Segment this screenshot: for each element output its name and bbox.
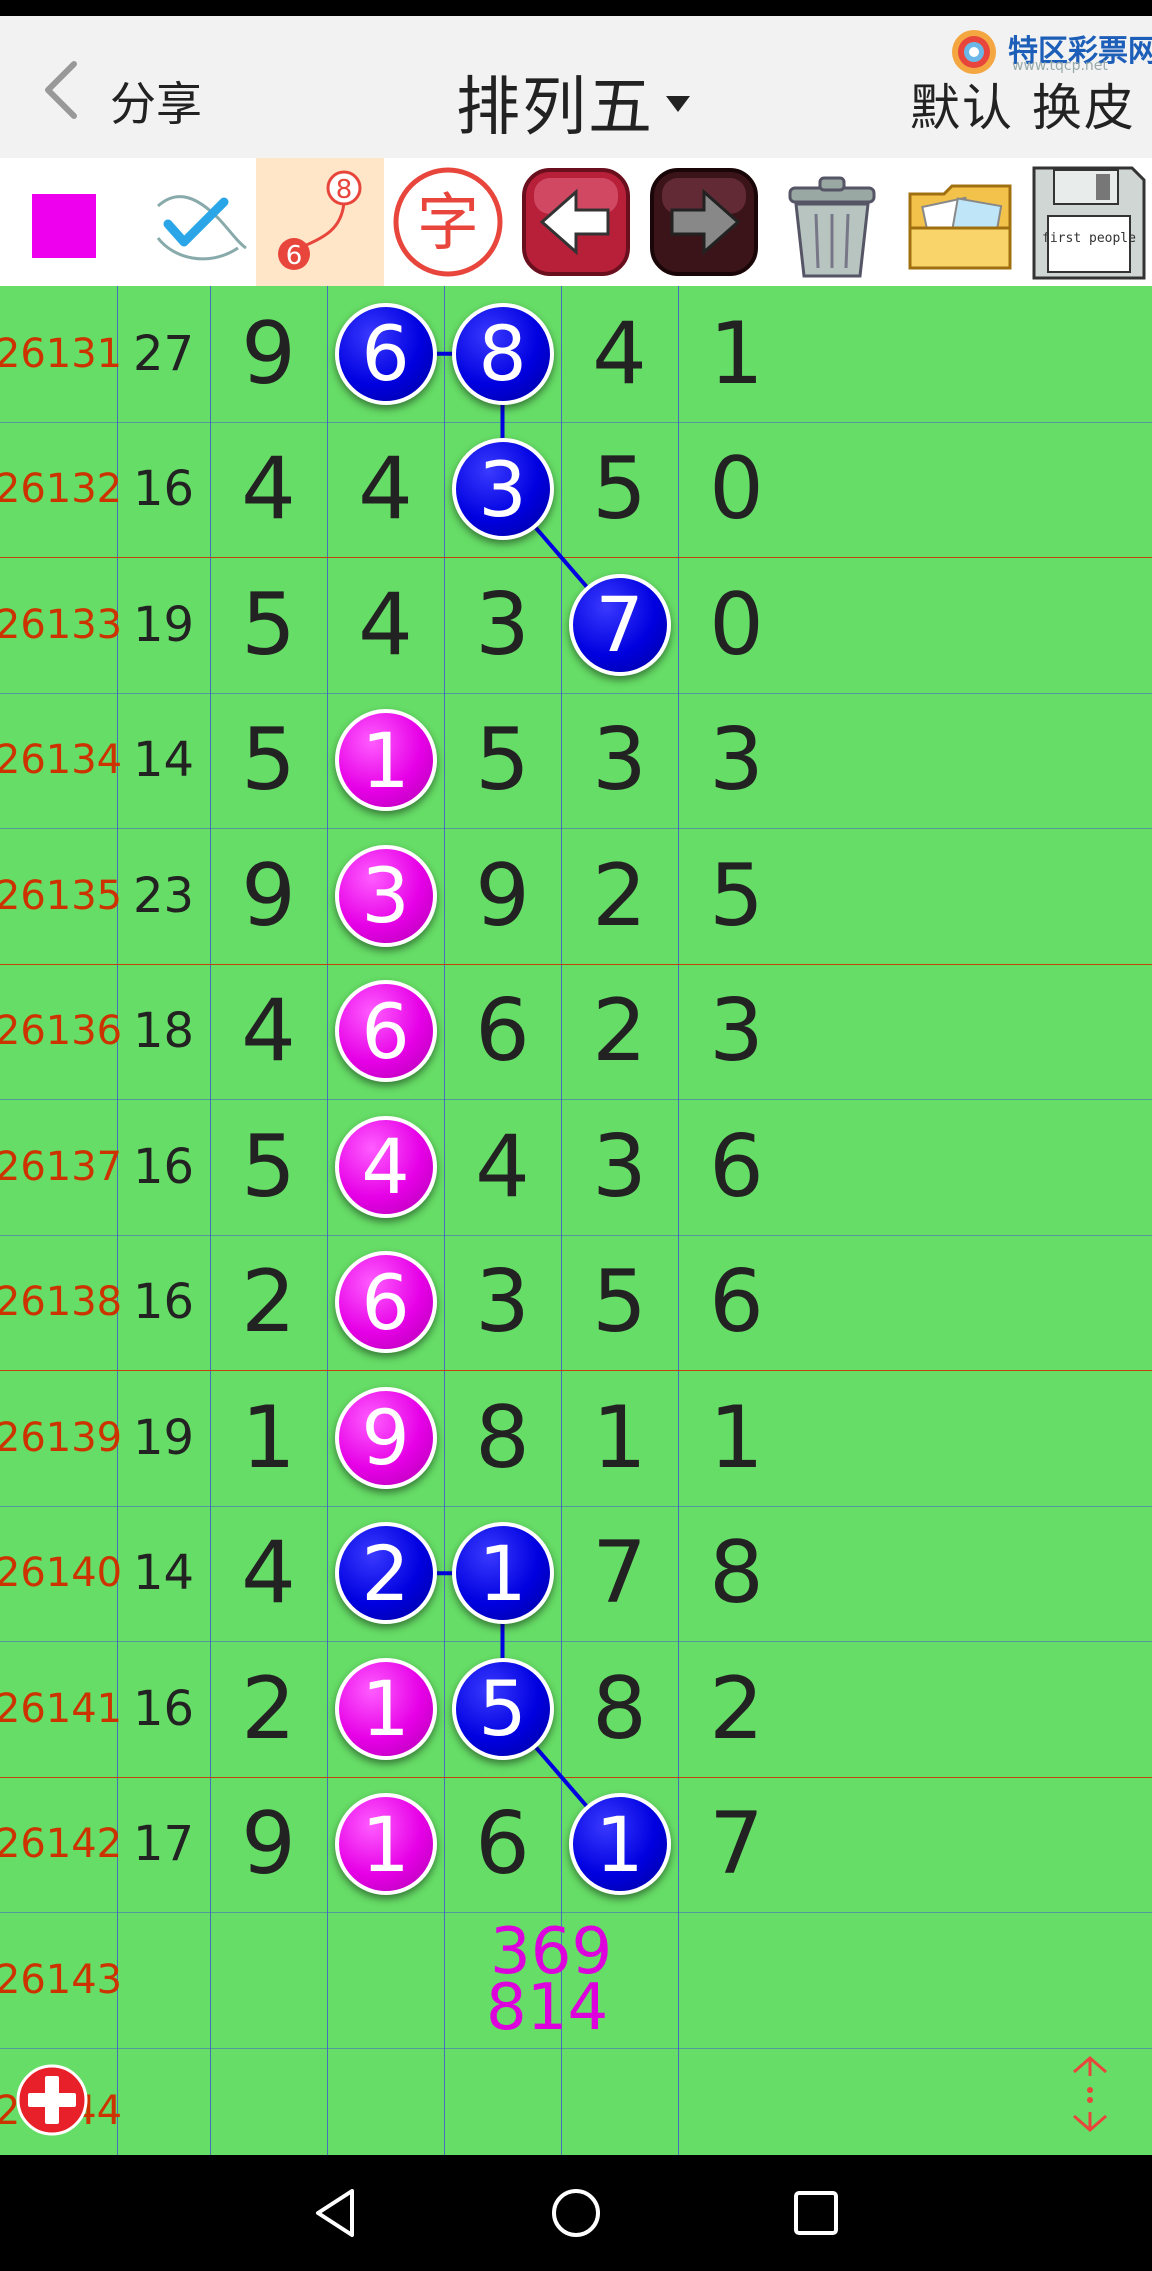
magenta-ball-digit[interactable]: 1 <box>334 709 437 812</box>
floppy-label: first people <box>1042 231 1136 246</box>
title-bar: 分享 排列五 特区彩票网 www.tqcp.net 默认 换皮 <box>0 16 1152 158</box>
photo-folder-icon[interactable] <box>896 158 1024 286</box>
checkmark-pen-icon[interactable] <box>128 158 256 286</box>
blue-ball-digit[interactable]: 1 <box>451 1522 554 1625</box>
tool-label-8: 8 <box>336 175 353 205</box>
magenta-ball-digit[interactable]: 1 <box>334 1793 437 1896</box>
magenta-ball-digit[interactable]: 6 <box>334 1251 437 1354</box>
system-nav-bar <box>0 2155 1152 2271</box>
character-icon[interactable]: 字 <box>384 158 512 286</box>
nav-home-icon[interactable] <box>546 2183 606 2243</box>
magenta-ball-digit[interactable]: 6 <box>334 980 437 1083</box>
magenta-ball-digit[interactable]: 3 <box>334 844 437 947</box>
skin-menu-button[interactable]: 默认 换皮 <box>910 68 1136 140</box>
blue-ball-digit[interactable]: 6 <box>334 302 437 405</box>
arrow-left-icon[interactable] <box>512 158 640 286</box>
title-dropdown-icon[interactable] <box>666 96 690 112</box>
tool-label-6: 6 <box>286 241 303 271</box>
blue-ball-digit[interactable]: 8 <box>451 302 554 405</box>
blue-ball-digit[interactable]: 5 <box>451 1657 554 1760</box>
page-title[interactable]: 排列五 <box>456 56 654 148</box>
blue-ball-digit[interactable]: 1 <box>568 1793 671 1896</box>
blue-ball-digit[interactable]: 2 <box>334 1522 437 1625</box>
magenta-ball-digit[interactable]: 1 <box>334 1657 437 1760</box>
back-chevron-icon[interactable] <box>38 58 86 122</box>
nav-recents-icon[interactable] <box>786 2183 846 2243</box>
add-plus-icon[interactable] <box>14 2062 90 2138</box>
blue-ball-digit[interactable]: 7 <box>568 573 671 676</box>
toolbar: 8 6 字 first people <box>0 158 1152 286</box>
magenta-ball-digit[interactable]: 9 <box>334 1386 437 1489</box>
blue-ball-digit[interactable]: 3 <box>451 438 554 541</box>
connector-lines <box>385 351 622 1846</box>
magenta-ball-digit[interactable]: 4 <box>334 1115 437 1218</box>
trash-can-icon[interactable] <box>768 158 896 286</box>
results-grid: 26131 27 9 6 8 4 1 26132 16 4 4 3 5 0 26133 19 5 4 3 7 0 2613… <box>0 286 1152 2155</box>
character-label: 字 <box>417 186 479 259</box>
scroll-updown-icon[interactable] <box>1062 2052 1118 2136</box>
floppy-disk-icon[interactable]: first people <box>1024 158 1152 286</box>
status-bar <box>0 0 1152 16</box>
arrow-right-icon[interactable] <box>640 158 768 286</box>
share-button[interactable]: 分享 <box>110 68 202 134</box>
nav-back-icon[interactable] <box>306 2183 366 2243</box>
magenta-square-icon[interactable] <box>0 158 128 286</box>
connect-numbers-icon[interactable]: 8 6 <box>256 158 384 286</box>
